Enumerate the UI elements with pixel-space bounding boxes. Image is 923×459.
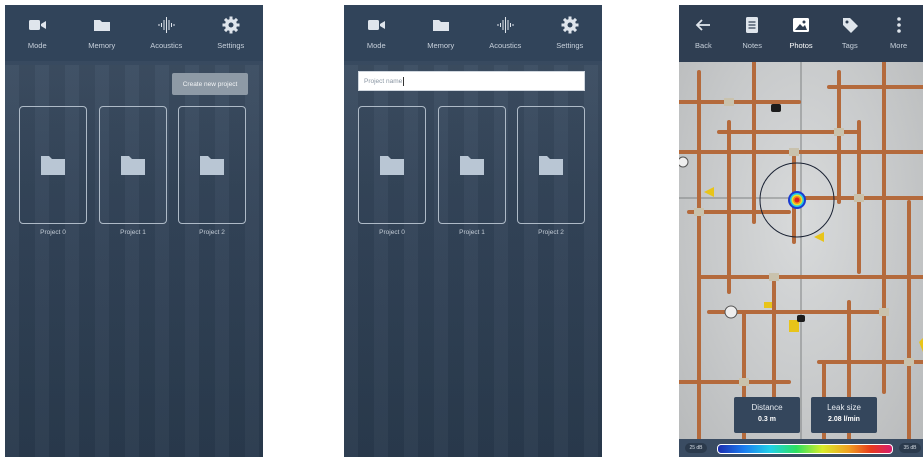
soundwave-icon xyxy=(497,17,514,33)
decibel-scale: 25 dB 35 dB xyxy=(679,439,923,457)
project-label-0: Project 0 xyxy=(379,229,405,236)
nav-settings-label: Settings xyxy=(217,41,245,50)
project-card-1[interactable] xyxy=(438,106,506,224)
nav-mode[interactable]: Mode xyxy=(9,15,65,50)
nav-photos-label: Photos xyxy=(789,41,813,50)
screen-new-project: Mode Memory Acoustics Settings Project n… xyxy=(344,5,602,457)
nav-memory-label: Memory xyxy=(427,41,455,50)
nav-acoustics-label: Acoustics xyxy=(489,41,522,50)
nav-acoustics-label: Acoustics xyxy=(150,41,183,50)
nav-mode-label: Mode xyxy=(366,41,386,50)
top-nav: Mode Memory Acoustics Settings xyxy=(5,5,263,61)
nav-more[interactable]: More xyxy=(874,15,923,50)
scale-min: 25 dB xyxy=(685,443,707,453)
tag-icon xyxy=(842,18,858,33)
create-project-button[interactable]: Create new project xyxy=(172,73,248,95)
nav-settings[interactable]: Settings xyxy=(542,15,598,50)
notes-icon xyxy=(746,17,759,33)
project-label-0: Project 0 xyxy=(40,229,66,236)
top-nav: Mode Memory Acoustics Settings xyxy=(344,5,602,61)
nav-memory-label: Memory xyxy=(88,41,116,50)
nav-back-label: Back xyxy=(695,41,712,50)
soundwave-icon xyxy=(158,17,175,33)
video-camera-icon xyxy=(368,20,386,30)
nav-notes[interactable]: Notes xyxy=(728,15,777,50)
project-label-1: Project 1 xyxy=(459,229,485,236)
screen-projects: Mode Memory Acoustics Settings Create ne… xyxy=(5,5,263,457)
nav-mode[interactable]: Mode xyxy=(348,15,404,50)
folder-icon xyxy=(121,156,145,175)
nav-tags[interactable]: Tags xyxy=(825,15,874,50)
distance-value: 0.3 m xyxy=(758,416,776,423)
gear-icon xyxy=(561,16,579,34)
screen-photo-view: Back Notes Photos Tags More Distance 0.3… xyxy=(679,5,923,457)
nav-settings-label: Settings xyxy=(556,41,584,50)
project-card-2[interactable] xyxy=(517,106,585,224)
nav-settings[interactable]: Settings xyxy=(203,15,259,50)
folder-icon xyxy=(200,156,224,175)
distance-label: Distance xyxy=(751,403,783,412)
nav-tags-label: Tags xyxy=(841,41,858,50)
pipe-wall-photo xyxy=(679,62,923,457)
project-label-2: Project 2 xyxy=(538,229,564,236)
nav-acoustics[interactable]: Acoustics xyxy=(138,15,194,50)
folder-icon xyxy=(380,156,404,175)
folder-icon xyxy=(93,20,110,31)
heat-gradient xyxy=(717,444,893,454)
nav-memory[interactable]: Memory xyxy=(74,15,130,50)
project-label-1: Project 1 xyxy=(120,229,146,236)
leak-size-label: Leak size xyxy=(827,403,861,412)
video-camera-icon xyxy=(29,20,47,30)
arrow-left-icon xyxy=(696,19,711,31)
project-label-2: Project 2 xyxy=(199,229,225,236)
camera-photo: Distance 0.3 m Leak size 2.08 l/min 25 d… xyxy=(679,62,923,457)
top-nav: Back Notes Photos Tags More xyxy=(679,5,923,62)
nav-notes-label: Notes xyxy=(742,41,762,50)
project-card-2[interactable] xyxy=(178,106,246,224)
nav-photos[interactable]: Photos xyxy=(777,15,826,50)
project-name-input[interactable]: Project name xyxy=(358,71,585,91)
nav-memory[interactable]: Memory xyxy=(413,15,469,50)
nav-mode-label: Mode xyxy=(27,41,47,50)
gear-icon xyxy=(222,16,240,34)
scale-max: 35 dB xyxy=(899,443,921,453)
more-vertical-icon xyxy=(896,17,901,33)
folder-icon xyxy=(460,156,484,175)
folder-icon xyxy=(432,20,449,31)
project-card-0[interactable] xyxy=(19,106,87,224)
project-card-0[interactable] xyxy=(358,106,426,224)
image-icon xyxy=(792,18,809,32)
nav-acoustics[interactable]: Acoustics xyxy=(477,15,533,50)
text-cursor xyxy=(403,76,405,86)
nav-back[interactable]: Back xyxy=(679,15,728,50)
leak-size-value: 2.08 l/min xyxy=(828,416,860,423)
distance-box: Distance 0.3 m xyxy=(734,397,800,433)
folder-icon xyxy=(41,156,65,175)
project-name-input-text: Project name xyxy=(364,77,403,85)
nav-more-label: More xyxy=(890,41,908,50)
project-card-1[interactable] xyxy=(99,106,167,224)
folder-icon xyxy=(539,156,563,175)
leak-size-box: Leak size 2.08 l/min xyxy=(811,397,877,433)
